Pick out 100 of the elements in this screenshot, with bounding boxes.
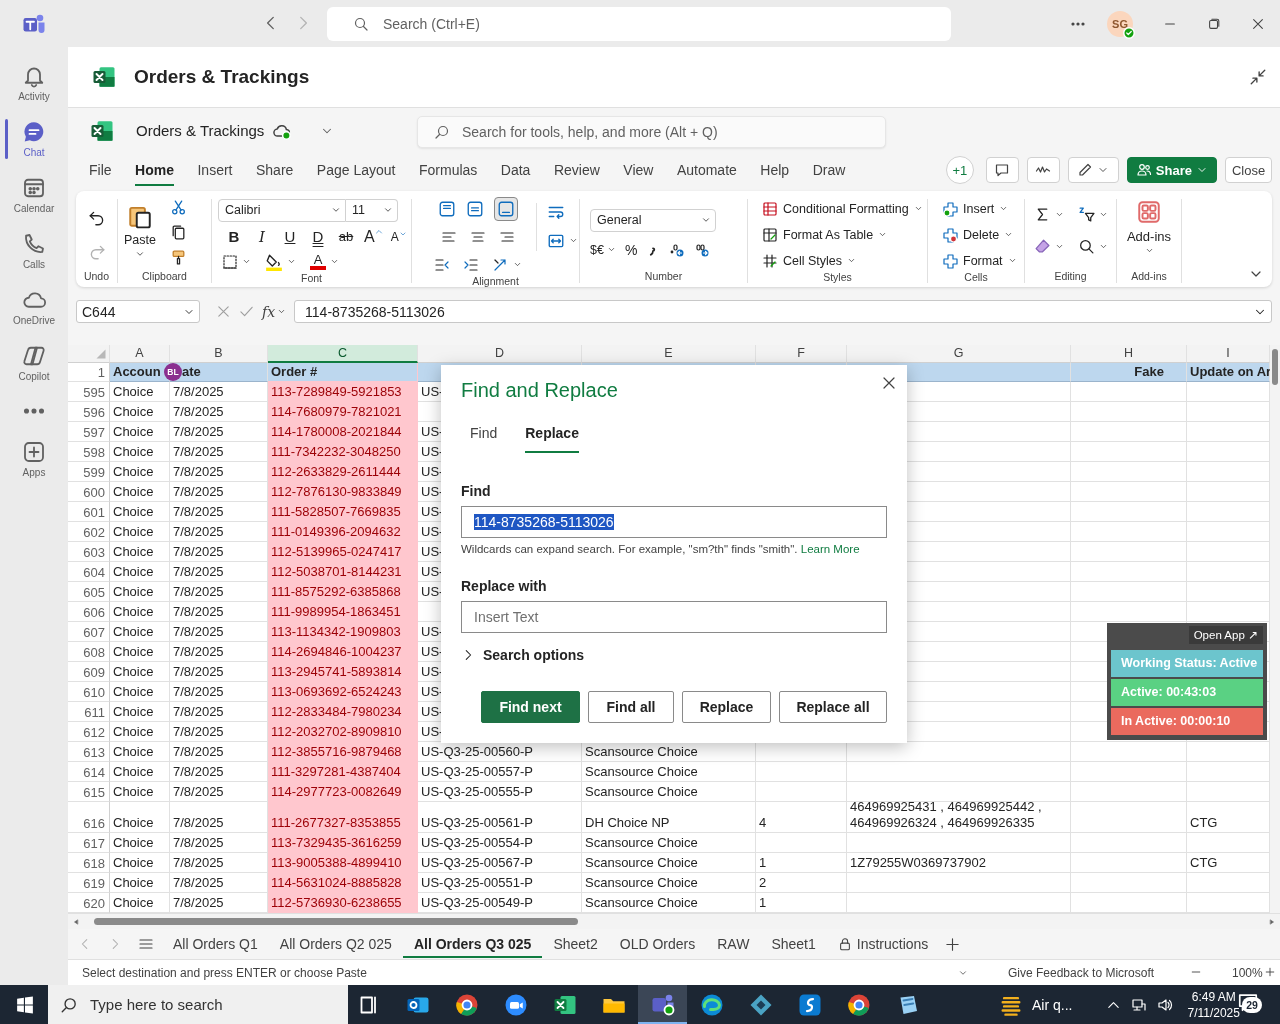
style-menu-button[interactable]: Conditional Formatting — [762, 198, 923, 219]
style-menu-button[interactable]: Format As Table — [762, 224, 888, 245]
sheet-tab[interactable]: RAW — [706, 930, 761, 958]
row-header[interactable]: 617 — [68, 833, 110, 854]
italic-button[interactable]: I — [252, 227, 272, 246]
learn-more-link[interactable]: Learn More — [800, 542, 860, 555]
row-header[interactable]: 619 — [68, 873, 110, 894]
row-header[interactable]: 611 — [68, 701, 110, 722]
clock[interactable]: 6:49 AM 7/11/2025 — [1187, 988, 1240, 1021]
currency-button[interactable]: $€ — [590, 242, 616, 257]
menu-tab[interactable]: Data — [500, 156, 531, 187]
double-underline-button[interactable]: D — [308, 228, 328, 246]
cells-menu-button[interactable]: Format — [942, 250, 1017, 271]
close-button[interactable]: Close — [1225, 157, 1272, 184]
row-header[interactable]: 597 — [68, 421, 110, 442]
menu-tab[interactable]: Help — [760, 156, 790, 187]
menu-tab[interactable]: Page Layout — [316, 156, 396, 187]
number-format-field[interactable]: General — [590, 208, 716, 232]
column-header[interactable]: A — [110, 344, 170, 363]
taskbar-search-field[interactable]: Type here to search — [48, 985, 348, 1024]
row-header[interactable]: 608 — [68, 641, 110, 662]
rail-label[interactable]: Apps — [22, 467, 46, 478]
sheet-tab[interactable]: Sheet1 — [760, 930, 827, 958]
menu-tab[interactable]: Review — [553, 156, 600, 187]
row-header[interactable]: 598 — [68, 441, 110, 462]
column-header[interactable]: E — [582, 344, 756, 363]
dialog-button[interactable]: Replace — [682, 690, 771, 723]
font-size-field[interactable]: 11 — [346, 198, 398, 222]
row-header[interactable]: 618 — [68, 853, 110, 874]
cells-menu-button[interactable]: Insert — [942, 198, 1009, 219]
column-header[interactable]: F — [756, 344, 847, 363]
insert-function-button[interactable]: fx — [262, 303, 287, 320]
find-field[interactable]: 114-8735268-5113026 — [461, 505, 887, 538]
dialog-tab[interactable]: Replace — [525, 424, 579, 453]
column-header[interactable]: C — [268, 344, 418, 363]
bold-button[interactable]: B — [224, 228, 244, 246]
row-header[interactable]: 620 — [68, 893, 110, 914]
column-header[interactable]: G — [847, 344, 1071, 363]
name-box[interactable]: C644 — [76, 300, 200, 324]
row-header[interactable]: 615 — [68, 781, 110, 802]
menu-tab[interactable]: Automate — [676, 156, 737, 187]
menu-tab[interactable]: Formulas — [418, 156, 478, 187]
menu-tab[interactable]: Insert — [197, 156, 233, 187]
rail-label[interactable]: Calendar — [13, 203, 55, 214]
zoom-level[interactable]: 100% — [1232, 966, 1263, 981]
row-header[interactable]: 601 — [68, 501, 110, 522]
row-header[interactable]: 614 — [68, 761, 110, 782]
row-header[interactable]: 599 — [68, 461, 110, 482]
rail-label[interactable]: Copilot — [18, 371, 50, 382]
row-header[interactable]: 602 — [68, 521, 110, 542]
search-field[interactable]: Search (Ctrl+E) — [327, 7, 951, 41]
open-app-button[interactable]: Open App ↗ — [1188, 625, 1263, 644]
rail-label[interactable]: OneDrive — [12, 315, 56, 326]
menu-tab[interactable]: Share — [256, 156, 294, 187]
search-field[interactable]: Search for tools, help, and more (Alt + Q) — [417, 116, 886, 149]
column-header[interactable]: H — [1071, 344, 1187, 363]
row-header[interactable]: 603 — [68, 541, 110, 562]
row-header[interactable]: 609 — [68, 661, 110, 682]
row-header[interactable]: 600 — [68, 481, 110, 502]
sheet-tab[interactable]: All Orders Q1 — [162, 930, 269, 958]
file-name[interactable]: Orders & Trackings — [136, 122, 265, 140]
menu-tab[interactable]: Draw — [812, 156, 846, 187]
sheet-tab[interactable]: Instructions — [826, 930, 940, 958]
sheet-tab[interactable]: Sheet2 — [542, 930, 609, 958]
replace-field[interactable]: Insert Text — [461, 600, 887, 633]
font-name-field[interactable]: Calibri — [218, 198, 346, 222]
formula-field[interactable]: 114-8735268-5113026 — [294, 300, 1272, 324]
menu-tab[interactable]: File — [89, 156, 112, 187]
rail-label[interactable]: Calls — [22, 259, 46, 270]
underline-button[interactable]: U — [280, 228, 300, 246]
sheet-tab[interactable]: All Orders Q2 025 — [268, 930, 403, 958]
row-header[interactable]: 595 — [68, 381, 110, 402]
shrink-font-button[interactable]: A — [390, 229, 407, 244]
row-header[interactable]: 596 — [68, 401, 110, 422]
grow-font-button[interactable]: A — [364, 227, 383, 246]
percent-button[interactable]: % — [624, 241, 638, 258]
feedback-link[interactable]: Give Feedback to Microsoft — [1008, 966, 1155, 981]
dialog-button[interactable]: Find next — [481, 690, 580, 723]
row-header[interactable]: 612 — [68, 721, 110, 742]
sheet-tab[interactable]: All Orders Q3 025 — [402, 930, 543, 958]
rail-label[interactable]: Chat — [23, 147, 45, 158]
row-header[interactable]: 607 — [68, 621, 110, 642]
row-header[interactable]: 610 — [68, 681, 110, 702]
cells-menu-button[interactable]: Delete — [942, 224, 1014, 245]
sheet-tab[interactable]: OLD Orders — [608, 930, 707, 958]
column-header[interactable]: D — [418, 344, 582, 363]
row-header[interactable]: 606 — [68, 601, 110, 622]
add-ins-button[interactable]: Add-ins — [1126, 198, 1172, 244]
style-menu-button[interactable]: Cell Styles — [762, 250, 857, 271]
menu-tab[interactable]: View — [623, 156, 654, 187]
share-button[interactable]: Share — [1126, 157, 1217, 184]
row-header[interactable]: 613 — [68, 741, 110, 762]
rail-label[interactable]: Activity — [18, 91, 50, 102]
row-header[interactable]: 616 — [68, 801, 110, 834]
menu-tab[interactable]: Home — [135, 156, 174, 187]
font-color-button[interactable]: A — [310, 253, 326, 270]
paste-button[interactable]: Paste — [124, 202, 156, 247]
dialog-button[interactable]: Find all — [588, 690, 674, 723]
column-header[interactable]: I — [1187, 344, 1270, 363]
strikethrough-button[interactable]: ab — [336, 229, 356, 245]
